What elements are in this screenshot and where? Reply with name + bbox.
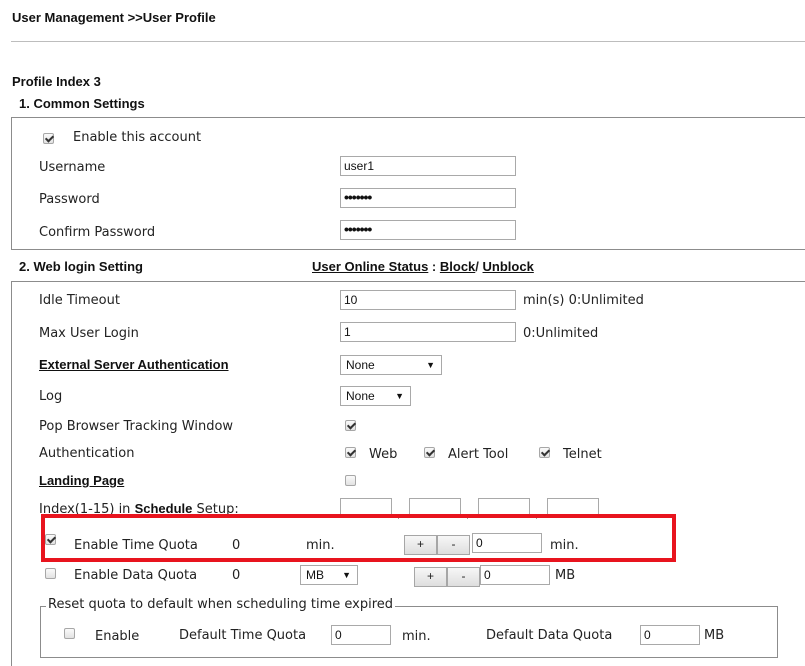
external-server-auth-value: None — [346, 358, 375, 372]
idle-timeout-label: Idle Timeout — [39, 293, 120, 308]
auth-alert-tool-label: Alert Tool — [448, 447, 509, 462]
default-time-quota-unit: min. — [402, 629, 431, 644]
auth-telnet-label: Telnet — [563, 447, 602, 462]
idle-timeout-input[interactable]: 10 — [340, 290, 516, 310]
auth-web-checkbox[interactable] — [345, 447, 356, 458]
landing-page-link[interactable]: Landing Page — [39, 473, 124, 488]
data-quota-unit-value: MB — [306, 568, 324, 582]
password-input[interactable]: ••••••• — [340, 188, 516, 208]
user-status-links: User Online Status : Block/ Unblock — [312, 259, 534, 274]
log-value: None — [346, 389, 375, 403]
web-login-title: 2. Web login Setting — [19, 259, 143, 274]
chevron-down-icon: ▼ — [395, 391, 404, 401]
unblock-link[interactable]: Unblock — [483, 259, 534, 274]
confirm-password-label: Confirm Password — [39, 225, 156, 240]
default-time-quota-label: Default Time Quota — [179, 628, 307, 643]
default-data-quota-input[interactable]: 0 — [640, 625, 700, 645]
header-divider — [11, 41, 805, 42]
data-quota-input[interactable]: 0 — [480, 565, 550, 585]
data-quota-plus-button[interactable]: + — [414, 567, 447, 587]
log-label: Log — [39, 389, 63, 404]
log-select[interactable]: None ▼ — [340, 386, 411, 406]
chevron-down-icon: ▼ — [426, 360, 435, 370]
block-link[interactable]: Block — [440, 259, 475, 274]
data-quota-unit-select[interactable]: MB ▼ — [300, 565, 358, 585]
confirm-password-input[interactable]: ••••••• — [340, 220, 516, 240]
password-label: Password — [39, 192, 100, 207]
auth-web-label: Web — [369, 447, 398, 462]
reset-enable-checkbox[interactable] — [64, 628, 75, 639]
common-settings-title: 1. Common Settings — [19, 96, 145, 111]
enable-account-label: Enable this account — [73, 130, 202, 145]
reset-enable-label: Enable — [95, 629, 140, 644]
default-data-quota-label: Default Data Quota — [486, 628, 613, 643]
enable-account-checkbox[interactable] — [43, 133, 54, 144]
authentication-label: Authentication — [39, 446, 135, 461]
landing-page-checkbox[interactable] — [345, 475, 356, 486]
profile-index-title: Profile Index 3 — [12, 74, 101, 89]
max-user-login-note: 0:Unlimited — [523, 326, 599, 341]
data-quota-value: 0 — [232, 568, 241, 583]
external-server-auth-link[interactable]: External Server Authentication — [39, 357, 229, 372]
data-quota-minus-button[interactable]: - — [447, 567, 480, 587]
pop-browser-label: Pop Browser Tracking Window — [39, 419, 234, 434]
slash-separator: / — [475, 259, 483, 274]
highlight-frame — [41, 514, 676, 562]
data-quota-input-unit: MB — [555, 568, 576, 583]
auth-telnet-checkbox[interactable] — [539, 447, 550, 458]
pop-browser-checkbox[interactable] — [345, 420, 356, 431]
breadcrumb: User Management >>User Profile — [12, 10, 216, 25]
data-quota-checkbox[interactable] — [45, 568, 56, 579]
auth-alert-tool-checkbox[interactable] — [424, 447, 435, 458]
user-online-status-link[interactable]: User Online Status — [312, 259, 428, 274]
reset-quota-legend: Reset quota to default when scheduling t… — [46, 597, 396, 612]
external-server-auth-select[interactable]: None ▼ — [340, 355, 442, 375]
chevron-down-icon: ▼ — [342, 570, 351, 580]
status-separator: : — [428, 259, 440, 274]
max-user-login-label: Max User Login — [39, 326, 139, 341]
username-input[interactable]: user1 — [340, 156, 516, 176]
default-time-quota-input[interactable]: 0 — [331, 625, 391, 645]
username-label: Username — [39, 160, 106, 175]
data-quota-label: Enable Data Quota — [74, 568, 198, 583]
idle-timeout-note: min(s) 0:Unlimited — [523, 293, 644, 308]
default-data-quota-unit: MB — [704, 628, 725, 643]
max-user-login-input[interactable]: 1 — [340, 322, 516, 342]
